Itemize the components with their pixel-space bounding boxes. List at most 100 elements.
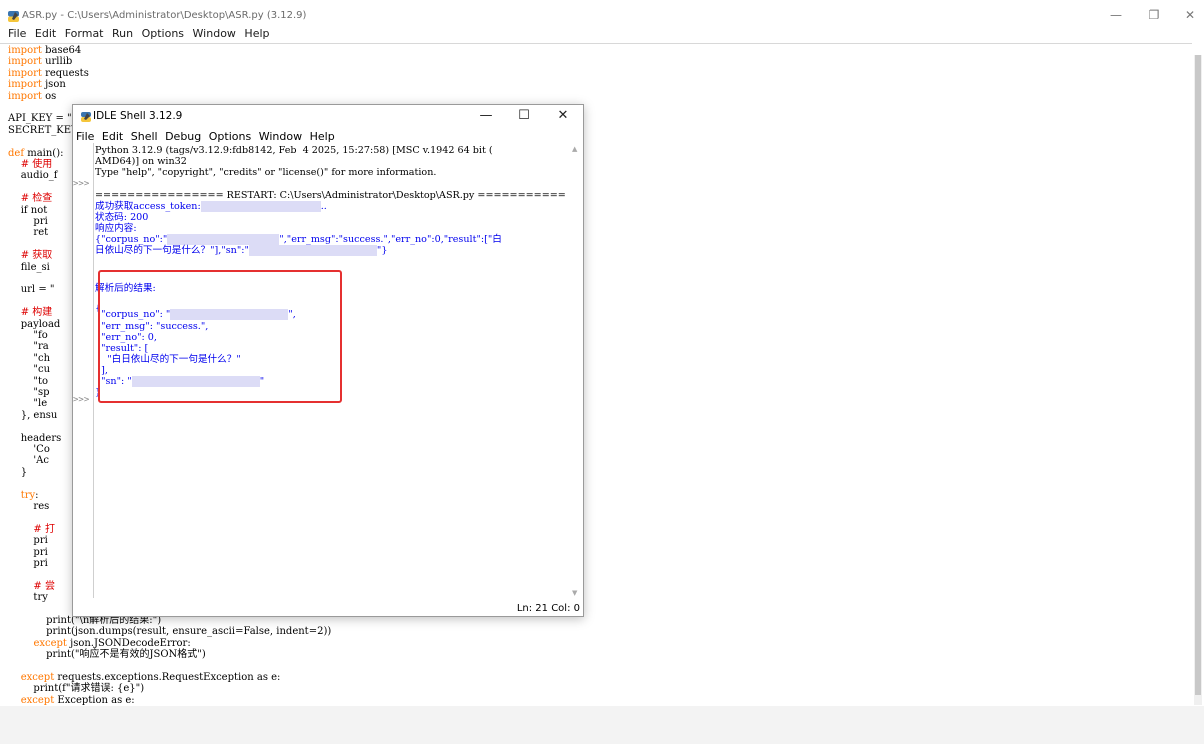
code-text: try (8, 592, 48, 604)
code-line: "le (8, 398, 47, 409)
code-line: 'Ac (8, 455, 49, 466)
code-keyword: except (20, 694, 55, 706)
raw-json-line: {"corpus_no":" ","err_msg":"success.","er… (95, 234, 502, 245)
code-line: file_si (8, 262, 50, 273)
code-text: # 获取 (8, 250, 53, 262)
menu-options[interactable]: Options (142, 27, 184, 40)
shell-menu-window[interactable]: Window (259, 130, 302, 143)
code-text: print(f"请求错误: {e}") (8, 683, 145, 695)
code-text: payload (8, 318, 61, 330)
code-keyword: except (20, 672, 55, 683)
python-icon (81, 112, 91, 122)
code-text: "to (8, 375, 49, 387)
shell-titlebar[interactable]: IDLE Shell 3.12.9 — ☐ ✕ (73, 105, 583, 129)
menu-help[interactable]: Help (244, 27, 269, 40)
code-line: "sp (8, 387, 49, 398)
menu-run[interactable]: Run (112, 27, 133, 40)
code-text: requests (41, 67, 89, 79)
code-line: print(f"请求错误: {e}") (8, 683, 144, 694)
code-text: API_KEY = " (8, 113, 72, 125)
code-text: urllib (41, 56, 73, 68)
menu-window[interactable]: Window (193, 27, 236, 40)
code-keyword: import (8, 90, 42, 102)
shell-menu-shell[interactable]: Shell (131, 130, 158, 143)
editor-scroll-thumb[interactable] (1195, 55, 1201, 695)
shell-menu-file[interactable]: File (76, 130, 94, 143)
code-line: pri (8, 558, 48, 569)
code-text: : (35, 489, 39, 501)
shell-menu-help[interactable]: Help (310, 130, 335, 143)
editor-title: ASR.py - C:\Users\Administrator\Desktop\… (22, 10, 307, 21)
raw-json-line: 日依山尽的下一句是什么？"],"sn":" "} (95, 245, 387, 256)
taskbar-strip (0, 706, 1204, 744)
code-text: pri (8, 216, 48, 227)
menu-format[interactable]: Format (65, 27, 104, 40)
code-text: # 构建 (8, 307, 53, 319)
red-highlight-annotation (98, 270, 342, 403)
editor-scrollbar[interactable] (1194, 55, 1202, 705)
status-code-line: 状态码: 200 (95, 212, 149, 223)
code-keyword: import (8, 67, 42, 79)
code-keyword: import (8, 79, 42, 91)
code-text: json.JSONDecodeError: (66, 637, 191, 649)
code-line: except Exception as e: (8, 695, 135, 706)
editor-titlebar[interactable]: ASR.py - C:\Users\Administrator\Desktop\… (0, 0, 1204, 30)
menu-edit[interactable]: Edit (35, 27, 56, 40)
code-line: "cu (8, 364, 50, 375)
shell-menu-options[interactable]: Options (209, 130, 251, 143)
code-text: res (8, 501, 50, 512)
code-text: # 尝 (8, 580, 55, 592)
scroll-down-icon[interactable]: ▼ (572, 589, 577, 597)
code-line: print("响应不是有效的JSON格式") (8, 649, 206, 660)
shell-menubar: File Edit Shell Debug Options Window Hel… (76, 130, 339, 143)
code-line: "fo (8, 330, 48, 341)
code-line: if not (8, 204, 48, 216)
code-keyword: def (8, 147, 25, 159)
shell-close-button[interactable]: ✕ (554, 108, 572, 123)
shell-status-bar: Ln: 21 Col: 0 (516, 603, 580, 614)
token-label: 成功获取access_token: (95, 201, 201, 212)
shell-minimize-button[interactable]: — (477, 108, 495, 123)
code-text: Exception as e: (54, 694, 135, 706)
code-text: "fo (8, 330, 48, 341)
code-line: except requests.exceptions.RequestExcept… (8, 672, 281, 683)
code-text: print("响应不是有效的JSON格式") (8, 649, 206, 661)
code-text: "ra (8, 341, 49, 353)
code-line: # 尝 (8, 581, 55, 592)
shell-scrollbar[interactable]: ▲ ▼ (572, 145, 580, 597)
shell-window: IDLE Shell 3.12.9 — ☐ ✕ File Edit Shell … (72, 104, 584, 617)
code-line: try: (8, 490, 39, 501)
code-text: "ch (8, 352, 51, 364)
raw-json-part: "} (376, 245, 388, 256)
code-line: import urllib (8, 56, 72, 67)
banner-line: Python 3.12.9 (tags/v3.12.9:fdb8142, Feb… (95, 145, 493, 156)
raw-json-part: 日依山尽的下一句是什么？"],"sn":" (95, 245, 249, 256)
code-text: # 打 (8, 523, 55, 535)
code-line: import json (8, 79, 66, 90)
code-text: if not (8, 204, 48, 216)
code-text: pri (8, 558, 48, 569)
scroll-up-icon[interactable]: ▲ (572, 145, 577, 153)
redacted-corpus-no (167, 234, 280, 245)
minimize-button[interactable]: — (1106, 8, 1126, 22)
code-line: import base64 (8, 45, 81, 56)
code-line: "ra (8, 341, 49, 353)
code-line: res (8, 501, 49, 512)
menu-file[interactable]: File (8, 27, 26, 40)
shell-maximize-button[interactable]: ☐ (515, 108, 533, 123)
shell-menu-debug[interactable]: Debug (165, 130, 201, 143)
token-suffix: .. (320, 201, 327, 212)
code-text: json (41, 79, 66, 91)
shell-prompt: >>> (73, 179, 90, 189)
code-line: } (8, 467, 27, 478)
code-line: try (8, 592, 48, 604)
raw-json-part: {"corpus_no":" (95, 234, 168, 245)
code-line: import requests (8, 68, 89, 79)
shell-menu-edit[interactable]: Edit (102, 130, 123, 143)
code-text: # 检查 (8, 193, 53, 205)
code-line: }, ensu (8, 409, 58, 421)
code-text: }, ensu (8, 409, 58, 421)
restore-button[interactable]: ❐ (1144, 8, 1164, 22)
close-button[interactable]: ✕ (1180, 8, 1200, 22)
code-text: print(json.dumps(result, ensure_ascii=Fa… (8, 626, 332, 638)
